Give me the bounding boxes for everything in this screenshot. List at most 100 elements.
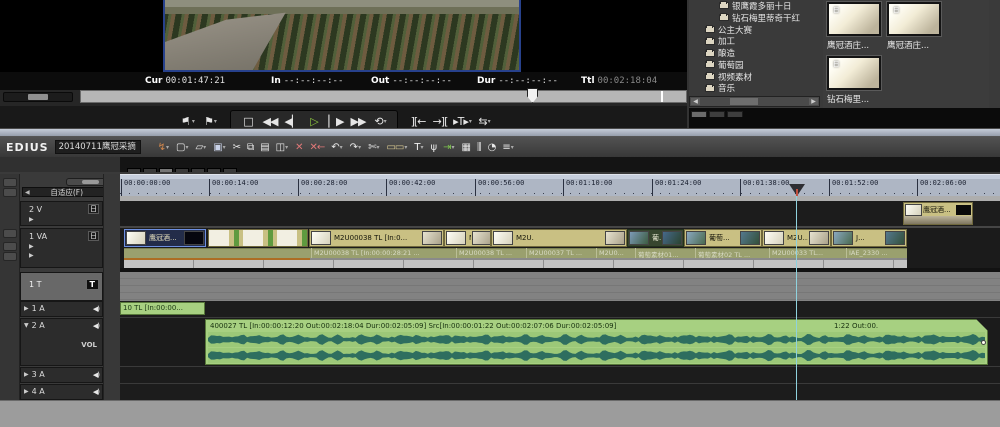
dropdown-arrow-icon[interactable]: ▾ <box>340 144 343 151</box>
track-content-1va[interactable]: 鹰冠酒... M2U00038 TL [In:0... M2U0... M2U. 葡..… <box>120 228 1000 268</box>
keyboard-shortcut-icon[interactable]: ▦ <box>459 138 473 156</box>
panel-divider[interactable] <box>0 128 1000 137</box>
speaker-icon[interactable]: ◀) <box>93 305 100 313</box>
timeline-clip[interactable]: M2U. <box>491 229 627 247</box>
rail-badge[interactable] <box>3 252 17 261</box>
pointer-tool-icon[interactable]: ↯ ▾ <box>155 138 172 156</box>
timeline-clip[interactable]: M2U0... <box>444 229 491 247</box>
fade-handle[interactable] <box>981 340 986 345</box>
track-content-1t[interactable] <box>120 272 1000 301</box>
dropdown-arrow-icon[interactable]: ▾ <box>404 144 407 151</box>
timeline-clip[interactable]: M2U00038 TL [In:0... <box>309 229 444 247</box>
sequence-tab[interactable] <box>175 168 189 172</box>
sequence-tab[interactable] <box>191 168 205 172</box>
clip-mixer-strip[interactable] <box>124 258 907 268</box>
track-header-1t[interactable]: 1 T T <box>20 272 103 301</box>
bin-tab[interactable] <box>709 111 725 117</box>
position-scrubber[interactable] <box>80 88 687 103</box>
bin-folder-item[interactable]: 酿造 <box>689 47 820 59</box>
sequence-tab[interactable] <box>223 168 237 172</box>
timeline-clip[interactable]: 葡萄... <box>684 229 762 247</box>
voiceover-mic-icon[interactable]: ψ <box>428 138 440 156</box>
title-tool-icon[interactable]: T ▾ <box>411 138 426 156</box>
sequence-tab[interactable] <box>127 168 141 172</box>
clip-thumbnail-sequence[interactable] <box>208 229 308 247</box>
dropdown-arrow-icon[interactable]: ▾ <box>166 144 169 151</box>
transition-icon[interactable]: ▭▭ ▾ <box>383 138 410 156</box>
track-content-4a[interactable] <box>120 384 1000 400</box>
bin-folder-item[interactable]: 公主大赛 <box>689 24 820 36</box>
title-track-badge[interactable]: T <box>85 279 99 290</box>
collapse-arrow-icon[interactable]: ▼ <box>24 322 29 329</box>
ripple-delete-icon[interactable]: ✕ <box>292 138 305 156</box>
expand-arrow-icon[interactable]: ▶ <box>29 243 34 250</box>
track-content-2v[interactable]: 鹰冠酒... <box>120 201 1000 226</box>
track-header-1a[interactable]: ▶ 1 A ◀) <box>20 301 103 317</box>
shuttle-slider[interactable] <box>3 92 73 102</box>
track-header-2v[interactable]: 2 V 日 ▶ <box>20 201 103 226</box>
playhead-line[interactable] <box>796 196 797 400</box>
rail-badge[interactable] <box>3 229 17 238</box>
speaker-icon[interactable]: ◀) <box>93 322 100 330</box>
bin-clip-thumbnail[interactable]: 日 鹰冠酒庄... <box>826 1 882 51</box>
redo-icon[interactable]: ↷ ▾ <box>347 138 364 156</box>
bin-folder-item[interactable]: 钻石梅里蒂奇干红 <box>689 12 820 24</box>
sequence-tab[interactable] <box>207 168 221 172</box>
tree-scrollbar-thumb[interactable] <box>730 98 758 105</box>
scrubber-position-marker[interactable] <box>527 88 538 103</box>
timeline-track-area[interactable]: 鹰冠酒... 鹰冠酒... M2U00038 TL [In:0... M2U0...… <box>120 174 1000 427</box>
bin-folder-item[interactable]: 葡萄园 <box>689 59 820 71</box>
timeline-clip[interactable]: 葡.. <box>627 229 684 247</box>
shuttle-slider-thumb[interactable] <box>28 94 48 100</box>
sync-rec-icon[interactable]: ◔ <box>485 138 499 156</box>
dropdown-arrow-icon[interactable]: ▾ <box>358 144 361 151</box>
clip-yingguan-selected[interactable]: 鹰冠酒... <box>124 229 206 247</box>
audio-clip-2a[interactable]: 400027 TL [In:00:00:12:20 Out:00:02:18:0… <box>205 319 988 365</box>
clip-thumbnail-image[interactable]: 日 <box>886 1 942 37</box>
razor-icon[interactable]: ✄ ▾ <box>365 138 382 156</box>
timeline-clip[interactable]: J... <box>831 229 907 247</box>
bin-folder-item[interactable]: 加工 <box>689 35 820 47</box>
dropdown-arrow-icon[interactable]: ▾ <box>376 144 379 151</box>
track-header-1va[interactable]: 1 VA 日 ▶ ▶ <box>20 228 103 268</box>
scroll-left-icon[interactable]: ◀ <box>691 98 700 105</box>
dropdown-arrow-icon[interactable]: ▾ <box>185 144 188 151</box>
bin-folder-item[interactable]: 音乐 <box>689 83 820 94</box>
paste-icon[interactable]: ▤ <box>257 138 271 156</box>
dropdown-arrow-icon[interactable]: ▾ <box>421 144 424 151</box>
film-badge-icon[interactable]: 日 <box>88 231 99 241</box>
track-content-3a[interactable] <box>120 367 1000 383</box>
bin-tab[interactable] <box>727 111 743 117</box>
expand-arrow-icon[interactable]: ▶ <box>29 252 34 259</box>
bin-clip-thumbnail[interactable]: 日 钻石梅里... <box>826 55 882 105</box>
dropdown-arrow-icon[interactable]: ▾ <box>452 144 455 151</box>
dropdown-arrow-icon[interactable]: ▾ <box>214 118 217 125</box>
track-header-4a[interactable]: ▶ 4 A ◀) <box>20 384 103 400</box>
dropdown-arrow-icon[interactable]: ▾ <box>203 144 206 151</box>
clip-thumbnail-image[interactable]: 日 <box>826 55 882 91</box>
bin-tab[interactable] <box>691 111 707 117</box>
open-project-icon[interactable]: ▱ ▾ <box>192 138 209 156</box>
expand-arrow-icon[interactable]: ▶ <box>24 388 29 395</box>
volume-label[interactable]: VOL <box>81 341 97 349</box>
expand-arrow-icon[interactable]: ▶ <box>24 305 29 312</box>
sequence-tab[interactable] <box>143 168 157 172</box>
dropdown-arrow-icon[interactable]: ▾ <box>285 144 288 151</box>
dropdown-arrow-icon[interactable]: ▾ <box>192 118 195 125</box>
dropdown-arrow-icon[interactable]: ▾ <box>511 144 514 151</box>
track-header-3a[interactable]: ▶ 3 A ◀) <box>20 367 103 383</box>
speaker-icon[interactable]: ◀) <box>93 388 100 396</box>
dropdown-arrow-icon[interactable]: ▾ <box>488 118 491 125</box>
rail-badge[interactable] <box>3 242 17 251</box>
bin-folder-item[interactable]: 视频素材 <box>689 71 820 83</box>
panel-layout-icon[interactable]: ≡ ▾ <box>499 138 516 156</box>
scroll-right-icon[interactable]: ▶ <box>809 98 818 105</box>
track-header-2a[interactable]: ▼ 2 A ◀) VOL <box>20 318 103 366</box>
expand-arrow-icon[interactable]: ▶ <box>24 371 29 378</box>
tree-horizontal-scrollbar[interactable]: ◀ ▶ <box>689 96 820 107</box>
rail-badge[interactable] <box>3 178 17 187</box>
track-content-2a[interactable]: 400027 TL [In:00:00:12:20 Out:00:02:18:0… <box>120 318 1000 366</box>
bin-folder-item[interactable]: 银鹰霞多丽十日 <box>689 0 820 12</box>
film-badge-icon[interactable]: 日 <box>88 204 99 214</box>
delete-in-out-icon[interactable]: ✕← <box>307 138 328 156</box>
